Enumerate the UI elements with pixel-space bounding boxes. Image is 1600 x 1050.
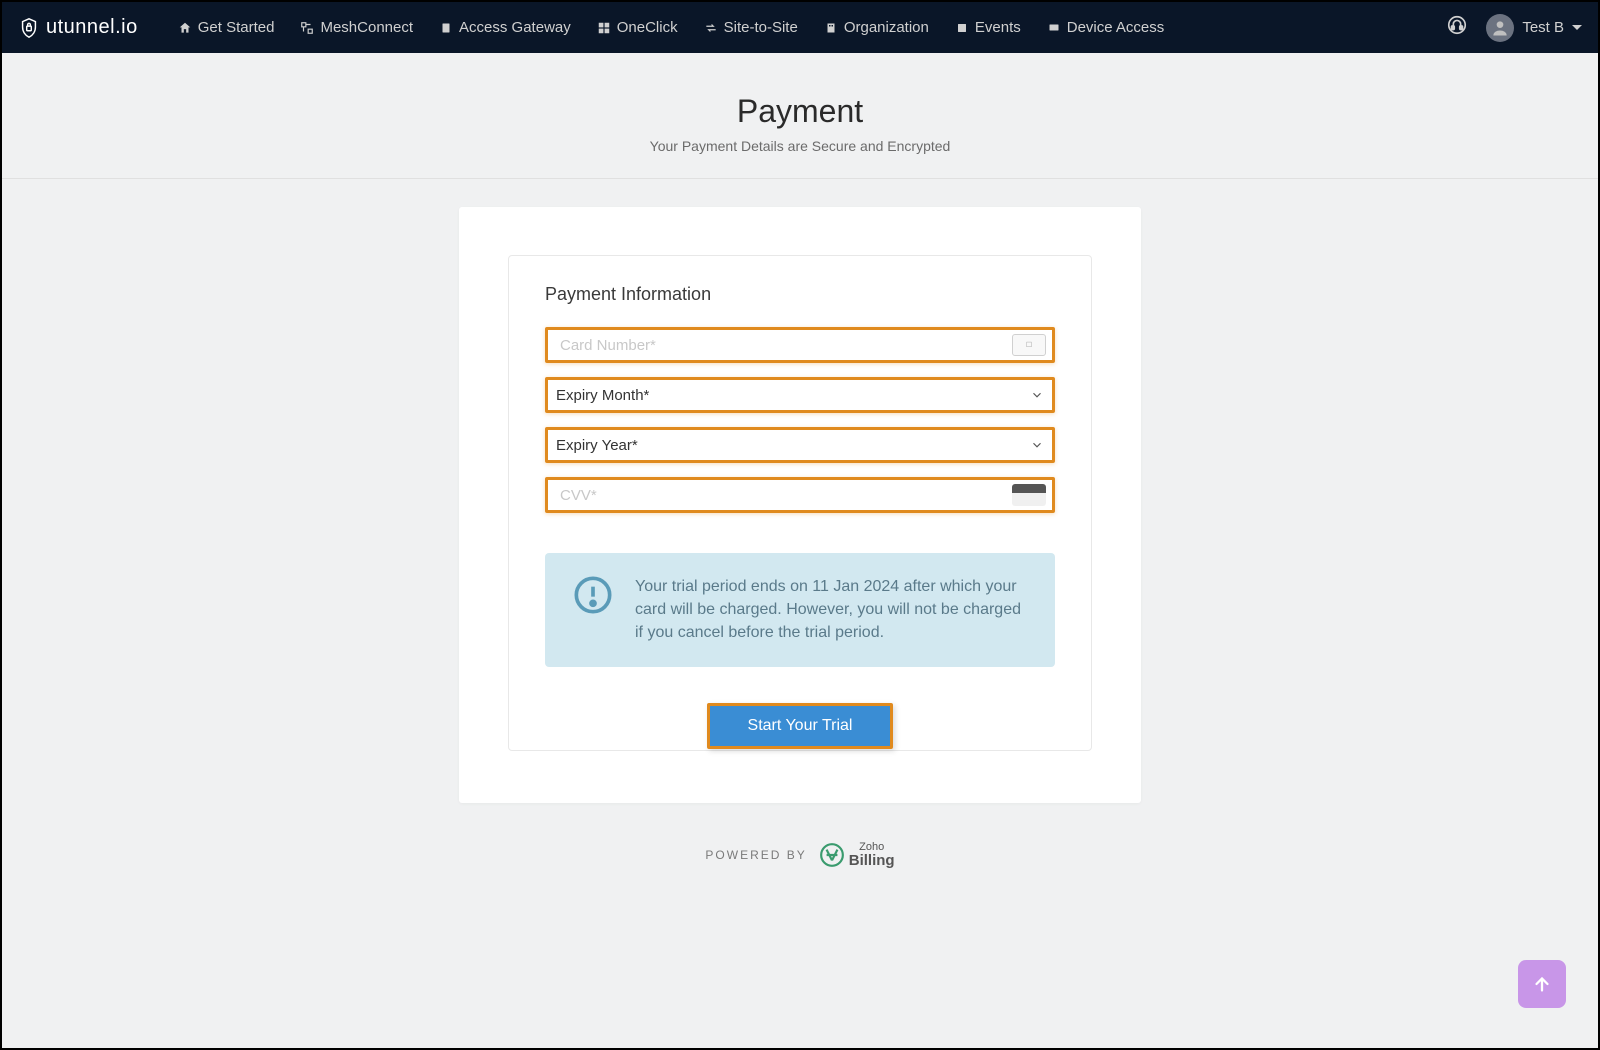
card-number-field-wrap: ☐ xyxy=(545,327,1055,363)
building-icon xyxy=(824,21,838,35)
grid-icon xyxy=(597,21,611,35)
nav-site-to-site[interactable]: Site-to-Site xyxy=(704,19,798,36)
nav-label: Organization xyxy=(844,19,929,36)
nav-events[interactable]: Events xyxy=(955,19,1021,36)
nav-meshconnect[interactable]: MeshConnect xyxy=(300,19,413,36)
brand-name: utunnel.io xyxy=(46,16,138,39)
expiry-month-field-wrap: Expiry Month* xyxy=(545,377,1055,413)
card-number-input[interactable] xyxy=(548,330,1012,360)
nav-label: Site-to-Site xyxy=(724,19,798,36)
nav-right: Test B xyxy=(1446,14,1582,42)
nav-label: Access Gateway xyxy=(459,19,571,36)
section-title: Payment Information xyxy=(545,284,1055,305)
nav-label: Get Started xyxy=(198,19,275,36)
powered-by-footer: POWERED BY Zoho Billing xyxy=(2,841,1598,870)
zoho-billing-icon xyxy=(819,842,845,868)
start-trial-button[interactable]: Start Your Trial xyxy=(710,706,891,746)
cta-wrap: Start Your Trial xyxy=(707,703,894,749)
cvv-card-icon xyxy=(1012,484,1046,506)
nav-device-access[interactable]: Device Access xyxy=(1047,19,1165,36)
avatar-icon xyxy=(1486,14,1514,42)
nav-label: MeshConnect xyxy=(320,19,413,36)
home-icon xyxy=(178,21,192,35)
exclamation-circle-icon xyxy=(573,575,613,615)
list-icon xyxy=(955,21,969,35)
payment-form: Payment Information ☐ Expiry Month* Expi… xyxy=(508,255,1092,751)
cvv-input[interactable] xyxy=(548,480,1012,510)
chevron-down-icon xyxy=(1572,25,1582,30)
nav-items: Get Started MeshConnect Access Gateway O… xyxy=(178,19,1447,36)
expiry-month-select[interactable]: Expiry Month* xyxy=(548,380,1052,410)
nav-label: Events xyxy=(975,19,1021,36)
cvv-field-wrap xyxy=(545,477,1055,513)
page-subtitle: Your Payment Details are Secure and Encr… xyxy=(2,138,1598,154)
arrows-icon xyxy=(704,21,718,35)
user-menu[interactable]: Test B xyxy=(1486,14,1582,42)
trial-info-box: Your trial period ends on 11 Jan 2024 af… xyxy=(545,553,1055,667)
page-header: Payment Your Payment Details are Secure … xyxy=(2,53,1598,179)
payment-card: Payment Information ☐ Expiry Month* Expi… xyxy=(459,207,1141,803)
provider-name-bottom: Billing xyxy=(849,852,895,869)
nav-label: OneClick xyxy=(617,19,678,36)
user-name: Test B xyxy=(1522,19,1564,36)
scroll-to-top-button[interactable] xyxy=(1518,960,1566,1008)
provider-logo[interactable]: Zoho Billing xyxy=(819,841,895,870)
nav-oneclick[interactable]: OneClick xyxy=(597,19,678,36)
server-icon xyxy=(439,21,453,35)
top-navigation: utunnel.io Get Started MeshConnect Acces… xyxy=(2,2,1598,53)
expiry-year-field-wrap: Expiry Year* xyxy=(545,427,1055,463)
brand-logo[interactable]: utunnel.io xyxy=(18,16,138,39)
mesh-icon xyxy=(300,21,314,35)
lock-shield-icon xyxy=(18,17,40,39)
nav-access-gateway[interactable]: Access Gateway xyxy=(439,19,571,36)
monitor-icon xyxy=(1047,21,1061,35)
powered-by-label: POWERED BY xyxy=(705,848,806,862)
support-icon[interactable] xyxy=(1446,14,1468,41)
nav-label: Device Access xyxy=(1067,19,1165,36)
arrow-up-icon xyxy=(1531,973,1553,995)
page-title: Payment xyxy=(2,93,1598,130)
expiry-year-select[interactable]: Expiry Year* xyxy=(548,430,1052,460)
nav-organization[interactable]: Organization xyxy=(824,19,929,36)
trial-info-text: Your trial period ends on 11 Jan 2024 af… xyxy=(635,575,1027,645)
card-brand-icon: ☐ xyxy=(1012,334,1046,356)
nav-get-started[interactable]: Get Started xyxy=(178,19,275,36)
